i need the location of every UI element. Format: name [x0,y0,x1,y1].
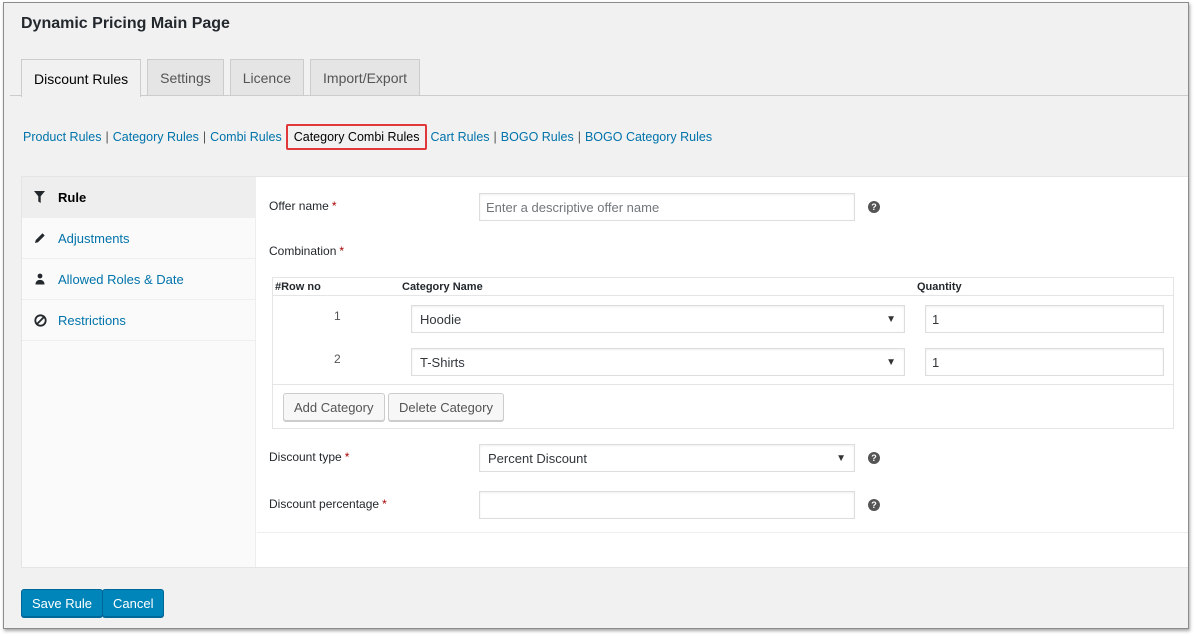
combination-label-text: Combination [269,244,337,258]
column-header-category-name: Category Name [402,281,483,293]
link-cart-rules[interactable]: Cart Rules [430,130,489,144]
tab-bar: Discount Rules Settings Licence Import/E… [21,59,421,97]
combination-label: Combination * [269,244,344,258]
page-title: Dynamic Pricing Main Page [21,15,230,32]
column-header-quantity: Quantity [917,281,962,293]
dropdown-arrow-icon: ▼ [886,356,896,368]
quantity-input[interactable] [925,348,1164,376]
row-number: 1 [334,309,341,323]
cancel-button[interactable]: Cancel [102,589,165,617]
discount-percentage-label-text: Discount percentage [269,497,380,511]
sidebar-item-allowed-roles-date[interactable]: Allowed Roles & Date [22,259,255,300]
nav-separator: | [202,130,207,144]
app-window: Dynamic Pricing Main Page Discount Rules… [3,2,1189,629]
dropdown-arrow-icon: ▼ [886,313,896,325]
tab-settings[interactable]: Settings [147,59,224,96]
rule-panel: Rule Adjustments Allowed Roles & Date Re… [21,176,1188,568]
sidebar-item-rule[interactable]: Rule [22,177,255,218]
nav-separator: | [577,130,581,144]
ban-icon [34,313,58,327]
nav-separator: | [105,130,109,144]
link-category-combi-rules[interactable]: Category Combi Rules [285,124,428,150]
link-product-rules[interactable]: Product Rules [23,130,102,144]
category-select-value: T-Shirts [420,354,465,370]
sidebar-item-label: Allowed Roles & Date [58,271,184,287]
required-asterisk: * [331,199,337,213]
column-header-row-no: #Row no [275,281,321,293]
link-category-rules[interactable]: Category Rules [113,130,199,144]
discount-type-value: Percent Discount [488,450,587,466]
link-combi-rules[interactable]: Combi Rules [210,130,282,144]
category-select[interactable]: Hoodie ▼ [411,305,905,333]
tab-licence[interactable]: Licence [229,59,305,96]
sidebar-item-label: Adjustments [58,230,130,246]
add-category-button[interactable]: Add Category [283,393,385,421]
nav-separator: | [493,130,497,144]
required-asterisk: * [382,497,387,511]
rule-type-nav: Product Rules | Category Rules | Combi R… [23,123,712,151]
category-select[interactable]: T-Shirts ▼ [411,348,905,376]
offer-name-input[interactable] [479,193,855,221]
sidebar-item-restrictions[interactable]: Restrictions [22,300,255,341]
rule-form: Offer name* ? Combination* #Row no Categ… [257,177,1188,533]
tabs-divider [10,95,1188,96]
row-number: 2 [334,352,341,366]
save-rule-button[interactable]: Save Rule [21,589,103,617]
sidebar-item-label: Restrictions [58,312,126,328]
table-footer-divider [273,384,1173,385]
users-icon [34,273,58,285]
filter-icon [34,191,58,203]
discount-type-label-text: Discount type [269,450,342,464]
rule-sidebar: Rule Adjustments Allowed Roles & Date Re… [22,177,256,567]
discount-percentage-label: Discount percentage * [269,497,387,511]
help-icon[interactable]: ? [868,499,880,511]
quantity-input[interactable] [925,305,1164,333]
category-select-value: Hoodie [420,311,462,327]
help-icon[interactable]: ? [868,452,880,464]
discount-type-label: Discount type * [269,450,349,464]
sidebar-item-label: Rule [58,189,87,205]
required-asterisk: * [339,244,345,258]
link-bogo-category-rules[interactable]: BOGO Category Rules [585,130,712,144]
pencil-icon [34,232,58,244]
delete-category-button[interactable]: Delete Category [388,393,504,421]
dropdown-arrow-icon: ▼ [836,452,846,464]
discount-type-select[interactable]: Percent Discount ▼ [479,444,855,472]
required-asterisk: * [344,450,350,464]
help-icon[interactable]: ? [868,201,880,213]
offer-name-label: Offer name * [269,199,336,213]
tab-discount-rules[interactable]: Discount Rules [21,59,142,97]
offer-name-label-text: Offer name [269,199,329,213]
combination-table: #Row no Category Name Quantity 1 Hoodie … [272,277,1174,429]
tab-import-export[interactable]: Import/Export [310,59,421,96]
discount-percentage-input[interactable] [479,491,855,519]
link-bogo-rules[interactable]: BOGO Rules [501,130,574,144]
table-header: #Row no Category Name Quantity [273,278,1173,296]
sidebar-item-adjustments[interactable]: Adjustments [22,218,255,259]
